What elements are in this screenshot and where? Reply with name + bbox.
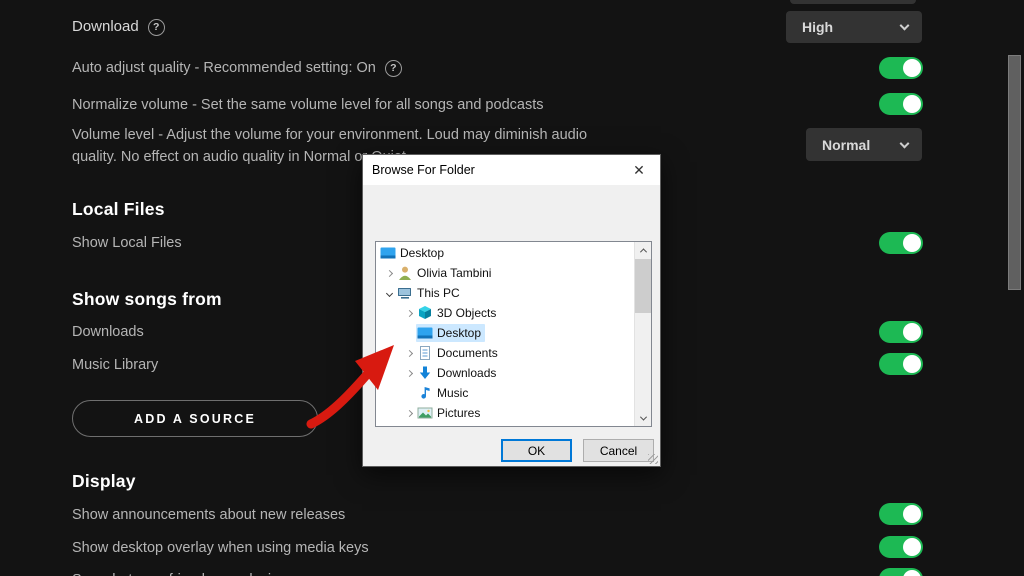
chevron-collapsed-icon[interactable] (402, 351, 416, 356)
toggle-knob (903, 234, 921, 252)
toggle-knob (903, 323, 921, 341)
cancel-button[interactable]: Cancel (583, 439, 654, 462)
tree-item-olivia-tambini[interactable]: Olivia Tambini (376, 263, 634, 283)
auto-adjust-row: Auto adjust quality - Recommended settin… (72, 57, 402, 79)
tree-item-label: Olivia Tambini (417, 266, 491, 280)
music-note-icon (417, 385, 433, 401)
chevron-collapsed-icon[interactable] (402, 311, 416, 316)
computer-icon (397, 285, 413, 301)
show-local-files-label: Show Local Files (72, 232, 182, 254)
normalize-label: Normalize volume - Set the same volume l… (72, 94, 543, 116)
toggle-knob (903, 538, 921, 556)
question-circle-icon[interactable]: ? (148, 19, 165, 36)
friends-activity-toggle[interactable] (879, 568, 923, 576)
chevron-down-icon (900, 138, 910, 148)
overlay-label: Show desktop overlay when using media ke… (72, 537, 369, 559)
announcements-label: Show announcements about new releases (72, 504, 345, 526)
folder-tree: Desktop Olivia Tambini This PC 3D Objects De… (376, 243, 634, 423)
show-local-files-toggle[interactable] (879, 232, 923, 254)
spotify-settings-screen: Download ? High Auto adjust quality - Re… (0, 0, 1024, 576)
cube-icon (417, 305, 433, 321)
download-row: Download ? (72, 16, 165, 38)
desktop-icon (380, 245, 396, 261)
show-songs-from-heading: Show songs from (72, 289, 222, 310)
question-circle-icon[interactable]: ? (385, 60, 402, 77)
tree-item-pictures[interactable]: Pictures (376, 403, 634, 423)
auto-adjust-label: Auto adjust quality - Recommended settin… (72, 57, 376, 79)
chevron-collapsed-icon[interactable] (382, 271, 396, 276)
friends-activity-label: See what your friends are playing (72, 569, 287, 576)
download-quality-dropdown[interactable]: High (786, 11, 922, 43)
picture-icon (417, 405, 433, 421)
chevron-collapsed-icon[interactable] (402, 371, 416, 376)
tree-item-3d-objects[interactable]: 3D Objects (376, 303, 634, 323)
chevron-down-icon (900, 21, 910, 31)
toggle-knob (903, 95, 921, 113)
tree-item-label: Documents (437, 346, 498, 360)
tree-item-label: Downloads (437, 366, 496, 380)
page-scrollbar-thumb[interactable] (1008, 55, 1021, 290)
resize-grip[interactable] (648, 454, 658, 464)
close-icon[interactable]: ✕ (629, 161, 649, 179)
download-icon (417, 365, 433, 381)
auto-adjust-toggle[interactable] (879, 57, 923, 79)
quality-dropdown-partial[interactable] (790, 0, 916, 4)
tree-item-documents[interactable]: Documents (376, 343, 634, 363)
scroll-up-icon[interactable] (635, 242, 651, 258)
tree-scrollbar[interactable] (634, 242, 651, 426)
music-library-label: Music Library (72, 354, 158, 376)
tree-item-label: 3D Objects (437, 306, 496, 320)
normalize-volume-toggle[interactable] (879, 93, 923, 115)
toggle-knob (903, 355, 921, 373)
tree-item-music[interactable]: Music (376, 383, 634, 403)
tree-item-label: Desktop (437, 326, 481, 340)
toggle-knob (903, 505, 921, 523)
tree-item-desktop[interactable]: Desktop (376, 243, 634, 263)
announcements-toggle[interactable] (879, 503, 923, 525)
chevron-expanded-icon[interactable] (382, 291, 396, 296)
volume-level-dropdown[interactable]: Normal (806, 128, 922, 161)
toggle-knob (903, 570, 921, 576)
overlay-toggle[interactable] (879, 536, 923, 558)
document-icon (417, 345, 433, 361)
download-label: Download (72, 16, 139, 38)
tree-item-desktop[interactable]: Desktop (376, 323, 634, 343)
downloads-source-toggle[interactable] (879, 321, 923, 343)
user-icon (397, 265, 413, 281)
desktop-icon (417, 325, 433, 341)
add-a-source-button[interactable]: ADD A SOURCE (72, 400, 318, 437)
tree-item-downloads[interactable]: Downloads (376, 363, 634, 383)
tree-item-label: Music (437, 386, 468, 400)
tree-item-label: Pictures (437, 406, 480, 420)
local-files-heading: Local Files (72, 199, 165, 220)
browse-for-folder-dialog: Browse For Folder ✕ Desktop Olivia Tambin… (362, 154, 661, 467)
toggle-knob (903, 59, 921, 77)
ok-button[interactable]: OK (501, 439, 572, 462)
tree-item-label: Desktop (400, 246, 444, 260)
download-quality-value: High (802, 19, 833, 35)
tree-item-this-pc[interactable]: This PC (376, 283, 634, 303)
display-heading: Display (72, 471, 136, 492)
tree-scrollbar-thumb[interactable] (635, 259, 651, 313)
tree-item-label: This PC (417, 286, 460, 300)
chevron-collapsed-icon[interactable] (402, 411, 416, 416)
volume-level-value: Normal (822, 137, 870, 153)
folder-tree-box: Desktop Olivia Tambini This PC 3D Objects De… (375, 241, 652, 427)
dialog-title: Browse For Folder (372, 163, 475, 177)
music-library-toggle[interactable] (879, 353, 923, 375)
dialog-titlebar[interactable]: Browse For Folder (363, 155, 660, 185)
scroll-down-icon[interactable] (635, 410, 651, 426)
downloads-source-label: Downloads (72, 321, 144, 343)
